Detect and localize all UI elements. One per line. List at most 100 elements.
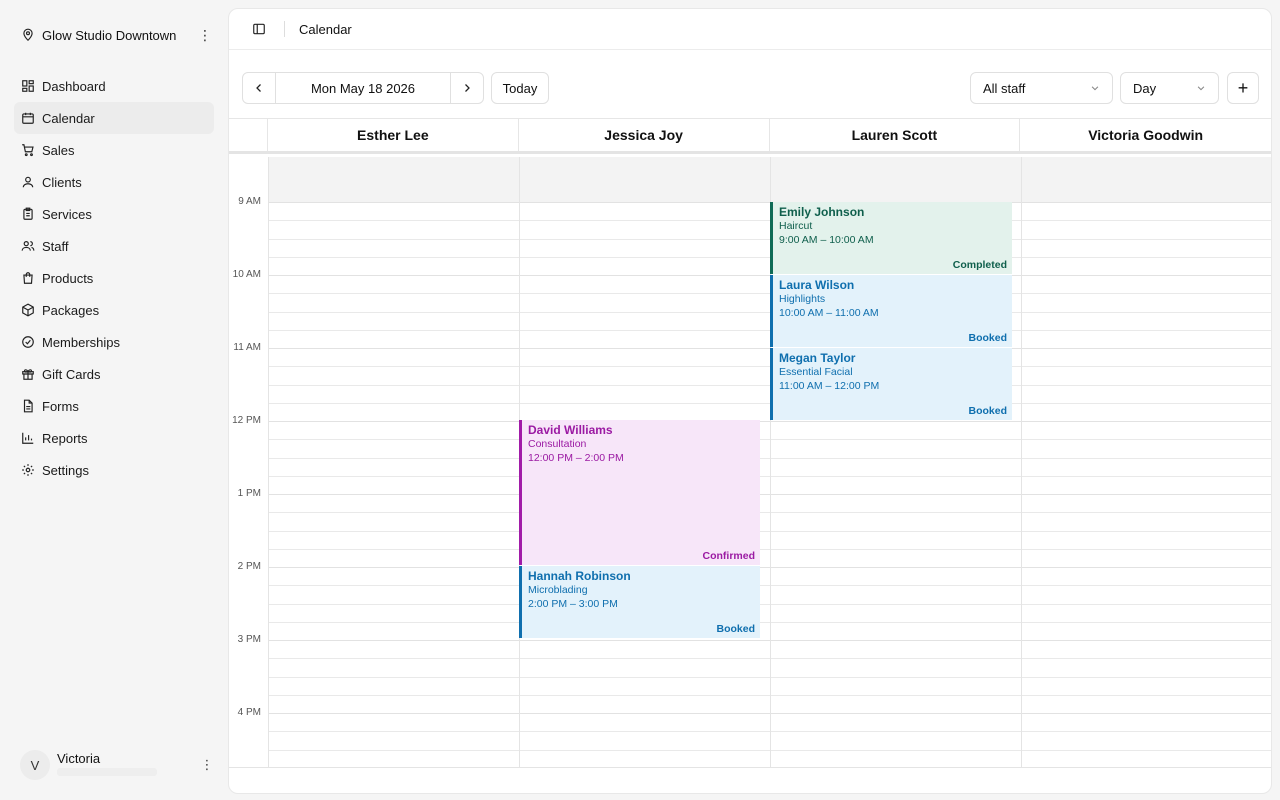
next-day-button[interactable]	[451, 73, 483, 103]
user-menu[interactable]: V Victoria ⋮	[20, 748, 216, 782]
view-select[interactable]: Day	[1120, 72, 1219, 104]
divider	[284, 21, 285, 37]
sidebar-item-label: Dashboard	[42, 78, 106, 94]
sidebar-item-label: Staff	[42, 238, 69, 254]
main-panel: Calendar Mon May 18 2026 Today All staff…	[228, 8, 1272, 794]
user-icon	[21, 175, 35, 189]
more-vertical-icon[interactable]: ⋮	[196, 27, 214, 44]
prev-day-button[interactable]	[243, 73, 275, 103]
hour-label: 4 PM	[237, 707, 261, 718]
staff-column-header[interactable]: Victoria Goodwin	[1020, 119, 1271, 151]
sidebar-item-label: Forms	[42, 398, 79, 414]
sidebar-item-label: Clients	[42, 174, 82, 190]
clipboard-icon	[21, 207, 35, 221]
today-button[interactable]: Today	[491, 72, 549, 104]
column-divider	[1021, 157, 1022, 767]
dashboard-icon	[21, 79, 35, 93]
staff-column-header[interactable]: Lauren Scott	[770, 119, 1021, 151]
sidebar-item-label: Products	[42, 270, 94, 286]
hour-label: 10 AM	[232, 269, 261, 280]
staff-filter-select[interactable]: All staff	[970, 72, 1113, 104]
appointment-client: Emily Johnson	[779, 205, 865, 219]
sidebar-item-memberships[interactable]: Memberships	[14, 326, 214, 358]
current-date[interactable]: Mon May 18 2026	[275, 73, 451, 103]
appointment-time: 9:00 AM – 10:00 AM	[779, 234, 874, 246]
bar-chart-icon	[21, 431, 35, 445]
sidebar-item-dashboard[interactable]: Dashboard	[14, 70, 214, 102]
document-icon	[21, 399, 35, 413]
appointment-card[interactable]: Hannah Robinson Microblading 2:00 PM – 3…	[519, 566, 760, 638]
sidebar-item-calendar[interactable]: Calendar	[14, 102, 214, 134]
sidebar-item-reports[interactable]: Reports	[14, 422, 214, 454]
badge-check-icon	[21, 335, 35, 349]
avatar: V	[20, 750, 50, 780]
sidebar-item-packages[interactable]: Packages	[14, 294, 214, 326]
calendar-toolbar: Mon May 18 2026 Today All staff Day +	[242, 72, 1259, 104]
sidebar-item-staff[interactable]: Staff	[14, 230, 214, 262]
chevron-down-icon	[1196, 83, 1206, 93]
studio-name: Glow Studio Downtown	[42, 27, 177, 43]
package-icon	[21, 303, 35, 317]
appointment-card[interactable]: Laura Wilson Highlights 10:00 AM – 11:00…	[770, 275, 1012, 347]
studio-switcher[interactable]: Glow Studio Downtown ⋮	[14, 20, 214, 50]
hour-label: 9 AM	[238, 196, 261, 207]
top-bar: Calendar	[229, 9, 1271, 50]
appointment-service: Highlights	[779, 293, 826, 305]
sidebar-item-products[interactable]: Products	[14, 262, 214, 294]
chevron-left-icon	[256, 84, 261, 92]
appointment-card[interactable]: Emily Johnson Haircut 9:00 AM – 10:00 AM…	[770, 202, 1012, 274]
appointment-card[interactable]: David Williams Consultation 12:00 PM – 2…	[519, 420, 760, 565]
sidebar-item-forms[interactable]: Forms	[14, 390, 214, 422]
appointment-service: Consultation	[528, 438, 587, 450]
calendar-icon	[21, 111, 35, 125]
add-appointment-button[interactable]: +	[1227, 72, 1259, 104]
staff-header-row: Esther Lee Jessica Joy Lauren Scott Vict…	[229, 118, 1271, 154]
appointment-time: 2:00 PM – 3:00 PM	[528, 598, 618, 610]
chevron-down-icon	[1090, 83, 1100, 93]
sidebar: Glow Studio Downtown ⋮ Dashboard Calenda…	[0, 0, 228, 800]
breadcrumb: Calendar	[299, 21, 352, 37]
hour-label: 11 AM	[233, 342, 261, 353]
sidebar-item-label: Settings	[42, 462, 89, 478]
appointment-time: 10:00 AM – 11:00 AM	[779, 307, 879, 319]
gear-icon	[21, 463, 35, 477]
staff-filter-value: All staff	[983, 80, 1026, 96]
staff-column-header[interactable]: Jessica Joy	[519, 119, 770, 151]
appointment-card[interactable]: Megan Taylor Essential Facial 11:00 AM –…	[770, 348, 1012, 420]
sidebar-item-label: Gift Cards	[42, 366, 101, 382]
gift-icon	[21, 367, 35, 381]
sidebar-item-sales[interactable]: Sales	[14, 134, 214, 166]
appointment-status: Booked	[968, 405, 1007, 417]
appointment-client: Megan Taylor	[779, 351, 856, 365]
appointment-service: Microblading	[528, 584, 588, 596]
appointment-client: Hannah Robinson	[528, 569, 631, 583]
sidebar-item-label: Calendar	[42, 110, 95, 126]
cart-icon	[21, 143, 35, 157]
column-divider	[268, 157, 269, 767]
chevron-right-icon	[465, 84, 470, 92]
hour-label: 3 PM	[237, 634, 261, 645]
sidebar-item-clients[interactable]: Clients	[14, 166, 214, 198]
hour-label: 12 PM	[232, 415, 261, 426]
date-navigator: Mon May 18 2026	[242, 72, 484, 104]
sidebar-item-label: Reports	[42, 430, 88, 446]
shopping-bag-icon	[21, 271, 35, 285]
sidebar-item-services[interactable]: Services	[14, 198, 214, 230]
sidebar-item-settings[interactable]: Settings	[14, 454, 214, 486]
sidebar-item-label: Packages	[42, 302, 100, 318]
sidebar-toggle-icon[interactable]	[250, 20, 268, 38]
appointment-service: Essential Facial	[779, 366, 853, 378]
calendar-grid[interactable]: 9 AM 10 AM 11 AM 12 PM 1 PM 2 PM 3 PM 4 …	[229, 157, 1271, 767]
hour-label: 2 PM	[237, 561, 261, 572]
appointment-service: Haircut	[779, 220, 813, 232]
more-vertical-icon[interactable]: ⋮	[198, 757, 216, 773]
appointment-time: 12:00 PM – 2:00 PM	[528, 452, 624, 464]
view-value: Day	[1133, 80, 1157, 96]
appointment-client: David Williams	[528, 423, 613, 437]
sidebar-item-gift-cards[interactable]: Gift Cards	[14, 358, 214, 390]
staff-column-header[interactable]: Esther Lee	[268, 119, 519, 151]
sidebar-item-label: Sales	[42, 142, 75, 158]
time-gutter-header	[229, 119, 268, 151]
appointment-client: Laura Wilson	[779, 278, 855, 292]
grid-bottom-border	[229, 767, 1271, 768]
